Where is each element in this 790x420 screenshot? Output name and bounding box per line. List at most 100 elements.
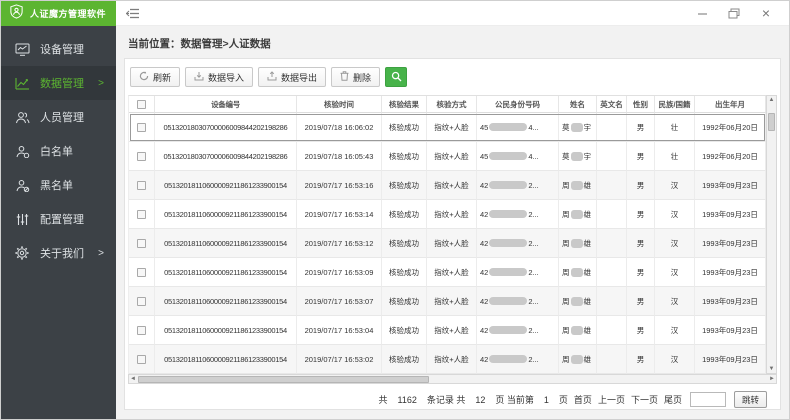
breadcrumb: 当前位置：数据管理>人证数据 [116,26,789,58]
ethnicity-cell: 汉 [655,316,695,345]
total-label: 共 [378,393,387,406]
english-name-cell [597,171,627,200]
line-chart-icon [13,77,31,90]
row-checkbox[interactable] [137,181,146,190]
gender-cell: 男 [627,287,655,316]
column-header-verify-time[interactable]: 核验时间 [297,96,382,113]
device-no-cell: 05132018110600009211861233900154 [155,287,297,316]
minimize-icon[interactable] [695,6,709,20]
sidebar-collapse-icon[interactable] [126,8,139,19]
table-body: 05132018030700006009844202198286 2019/07… [129,113,766,374]
device-no-cell: 05132018110600009211861233900154 [155,316,297,345]
scroll-right-icon[interactable]: ► [769,376,775,382]
table-row[interactable]: 05132018110600009211861233900154 2019/07… [129,200,766,229]
verify-method-cell: 指纹+人脸 [427,258,477,287]
name-cell: 周雄 [559,171,597,200]
sidebar-item-config-management[interactable]: 配置管理 [1,202,116,236]
row-checkbox[interactable] [137,152,146,161]
column-header-ethnicity[interactable]: 民族/国籍 [655,96,695,113]
close-icon[interactable]: × [759,6,773,20]
first-page-link[interactable]: 首页 [574,393,592,406]
sidebar-item-label: 关于我们 [40,245,84,261]
name-cell: 周雄 [559,316,597,345]
sidebar-item-data-management[interactable]: 数据管理 > [1,66,116,100]
data-export-button[interactable]: 数据导出 [258,67,326,87]
refresh-icon [139,71,149,83]
row-checkbox[interactable] [137,268,146,277]
select-all-checkbox[interactable] [137,100,146,109]
row-checkbox[interactable] [137,326,146,335]
page-jump-input[interactable] [690,392,726,407]
delete-button[interactable]: 删除 [331,67,380,87]
table-row[interactable]: 05132018030700006009844202198286 2019/07… [129,142,766,171]
sidebar-item-personnel-management[interactable]: 人员管理 [1,100,116,134]
window-controls: × [695,6,789,20]
refresh-button[interactable]: 刷新 [130,67,180,87]
vertical-scroll-thumb[interactable] [768,113,775,131]
last-page-link[interactable]: 尾页 [664,393,682,406]
gender-cell: 男 [627,171,655,200]
sidebar-item-blacklist[interactable]: 黑名单 [1,168,116,202]
column-header-verify-method[interactable]: 核验方式 [427,96,477,113]
search-button[interactable] [385,67,407,87]
table-row[interactable]: 05132018110600009211861233900154 2019/07… [129,229,766,258]
table-row[interactable]: 05132018110600009211861233900154 2019/07… [129,171,766,200]
column-header-birth-date[interactable]: 出生年月 [695,96,766,113]
import-icon [194,71,204,83]
redaction-blur [571,355,583,364]
chevron-right-icon: > [98,78,104,89]
column-header-citizen-id[interactable]: 公民身份号码 [477,96,559,113]
row-checkbox[interactable] [137,239,146,248]
table-row[interactable]: 05132018110600009211861233900154 2019/07… [129,258,766,287]
row-checkbox[interactable] [137,210,146,219]
table-row[interactable]: 05132018030700006009844202198286 2019/07… [129,113,766,142]
column-header-english-name[interactable]: 英文名 [597,96,627,113]
gender-cell: 男 [627,200,655,229]
data-import-button[interactable]: 数据导入 [185,67,253,87]
redaction-blur [489,210,527,218]
birth-date-cell: 1993年09月23日 [695,200,766,229]
table-row[interactable]: 05132018110600009211861233900154 2019/07… [129,345,766,374]
sidebar-item-label: 白名单 [40,143,73,159]
jump-button[interactable]: 跳转 [734,391,767,408]
trash-icon [340,71,349,83]
scroll-down-icon[interactable]: ▼ [769,366,775,372]
ethnicity-cell: 汉 [655,171,695,200]
redaction-blur [571,152,583,161]
column-header-name[interactable]: 姓名 [559,96,597,113]
gear-icon [13,246,31,260]
shield-person-logo-icon [9,4,24,24]
verify-method-cell: 指纹+人脸 [427,287,477,316]
table-row[interactable]: 05132018110600009211861233900154 2019/07… [129,316,766,345]
maximize-icon[interactable] [727,6,741,20]
current-page-label: 页 [559,393,568,406]
table-row[interactable]: 05132018110600009211861233900154 2019/07… [129,287,766,316]
horizontal-scrollbar[interactable]: ◄ ► [128,374,777,384]
column-header-gender[interactable]: 性别 [627,96,655,113]
data-table: 设备编号 核验时间 核验结果 核验方式 公民身份号码 姓名 英文名 性别 民族/… [128,95,777,374]
sidebar-item-about-us[interactable]: 关于我们 > [1,236,116,270]
verify-method-cell: 指纹+人脸 [427,345,477,374]
redaction-blur [571,326,583,335]
pages-label: 页 当前第 [495,393,534,406]
row-checkbox[interactable] [137,355,146,364]
verify-time-cell: 2019/07/17 16:53:14 [297,200,382,229]
birth-date-cell: 1993年09月23日 [695,316,766,345]
vertical-scrollbar[interactable]: ▲ ▼ [766,95,777,374]
verify-method-cell: 指纹+人脸 [427,142,477,171]
sidebar-item-whitelist[interactable]: 白名单 [1,134,116,168]
redaction-blur [571,239,583,248]
row-checkbox[interactable] [137,123,146,132]
verify-result-cell: 核验成功 [382,113,427,142]
column-header-verify-result[interactable]: 核验结果 [382,96,427,113]
sidebar-item-device-management[interactable]: 设备管理 [1,32,116,66]
row-checkbox[interactable] [137,297,146,306]
gender-cell: 男 [627,258,655,287]
horizontal-scroll-thumb[interactable] [138,376,429,383]
gender-cell: 男 [627,316,655,345]
next-page-link[interactable]: 下一页 [631,393,658,406]
column-header-device-no[interactable]: 设备编号 [155,96,297,113]
sliders-icon [13,213,31,226]
prev-page-link[interactable]: 上一页 [598,393,625,406]
citizen-id-cell: 422... [477,345,559,374]
